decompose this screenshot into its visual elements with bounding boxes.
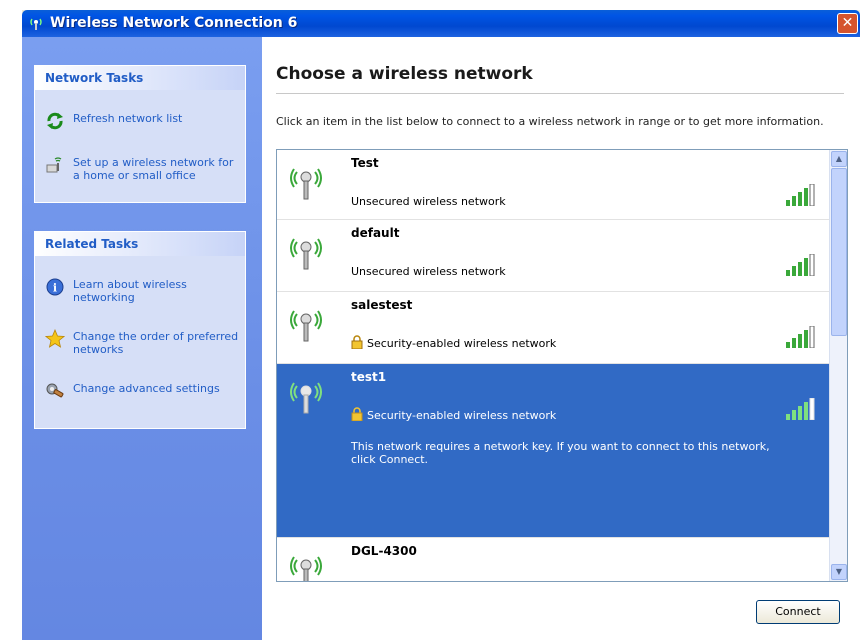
main-content: Choose a wireless network Click an item … [262,37,860,640]
refresh-network-list-task[interactable]: Refresh network list [45,111,241,131]
info-icon: i [46,278,64,296]
change-advanced-settings-task[interactable]: Change advanced settings [45,381,241,409]
wireless-network-list[interactable]: Test Unsecured wireless network default … [276,149,848,582]
wireless-antenna-icon [290,238,322,270]
network-item-salestest[interactable]: salestest Security-enabled wireless netw… [277,292,829,364]
network-status: Security-enabled wireless network [367,337,557,350]
network-item-test1[interactable]: test1 Security-enabled wireless network … [277,364,829,538]
related-tasks-panel: Related Tasks i Learn about wireless net… [34,231,246,429]
instructions-text: Click an item in the list below to conne… [276,115,824,128]
wireless-antenna-icon [290,310,322,342]
related-tasks-header: Related Tasks [35,232,245,256]
page-title: Choose a wireless network [276,64,533,84]
wireless-antenna-icon [290,382,322,414]
network-item-default[interactable]: default Unsecured wireless network [277,220,829,292]
network-status: Unsecured wireless network [351,195,506,208]
wireless-icon [30,18,42,30]
learn-about-wireless-label: Learn about wireless networking [73,278,187,304]
signal-strength-icon [786,398,815,420]
refresh-network-list-label: Refresh network list [73,112,183,125]
network-tasks-panel: Network Tasks Refresh network list Set u… [34,65,246,203]
settings-icon [46,383,64,398]
change-order-networks-task[interactable]: Change the order of preferred networks [45,329,241,357]
network-tasks-header: Network Tasks [35,66,245,90]
signal-strength-icon [786,254,815,276]
wireless-antenna-icon [290,168,322,200]
setup-wireless-network-label: Set up a wireless network for a home or … [73,156,234,182]
setup-network-icon [46,157,62,173]
wireless-window: Wireless Network Connection 6 ✕ Network … [22,10,860,640]
change-advanced-settings-label: Change advanced settings [73,382,220,395]
network-item-dgl-4300[interactable]: DGL-4300 [277,538,829,581]
setup-wireless-network-task[interactable]: Set up a wireless network for a home or … [45,155,241,185]
lock-icon [351,335,363,349]
change-order-networks-label: Change the order of preferred networks [73,330,239,356]
connect-button[interactable]: Connect [756,600,840,624]
svg-text:i: i [53,282,57,295]
network-name: default [351,226,400,240]
network-item-test[interactable]: Test Unsecured wireless network [277,150,829,220]
task-sidebar: Network Tasks Refresh network list Set u… [22,37,262,640]
scroll-down-button[interactable]: ▼ [831,564,847,580]
learn-about-wireless-task[interactable]: i Learn about wireless networking [45,277,241,305]
title-bar[interactable]: Wireless Network Connection 6 ✕ [22,10,860,37]
star-icon [45,329,65,348]
list-scrollbar[interactable]: ▲ ▼ [829,150,847,581]
network-name: salestest [351,298,413,312]
network-name: DGL-4300 [351,544,417,558]
close-button[interactable]: ✕ [837,13,858,34]
scroll-thumb[interactable] [831,168,847,336]
wireless-antenna-icon [290,556,322,581]
refresh-icon [47,112,63,130]
scroll-up-button[interactable]: ▲ [831,151,847,167]
title-divider [276,93,844,94]
signal-strength-icon [786,326,815,348]
network-name: test1 [351,370,387,384]
network-status: Unsecured wireless network [351,265,506,278]
lock-icon [351,407,363,421]
network-description: This network requires a network key. If … [351,440,770,466]
window-title: Wireless Network Connection 6 [50,15,298,31]
signal-strength-icon [786,184,815,206]
network-name: Test [351,156,379,170]
network-status: Security-enabled wireless network [367,409,557,422]
